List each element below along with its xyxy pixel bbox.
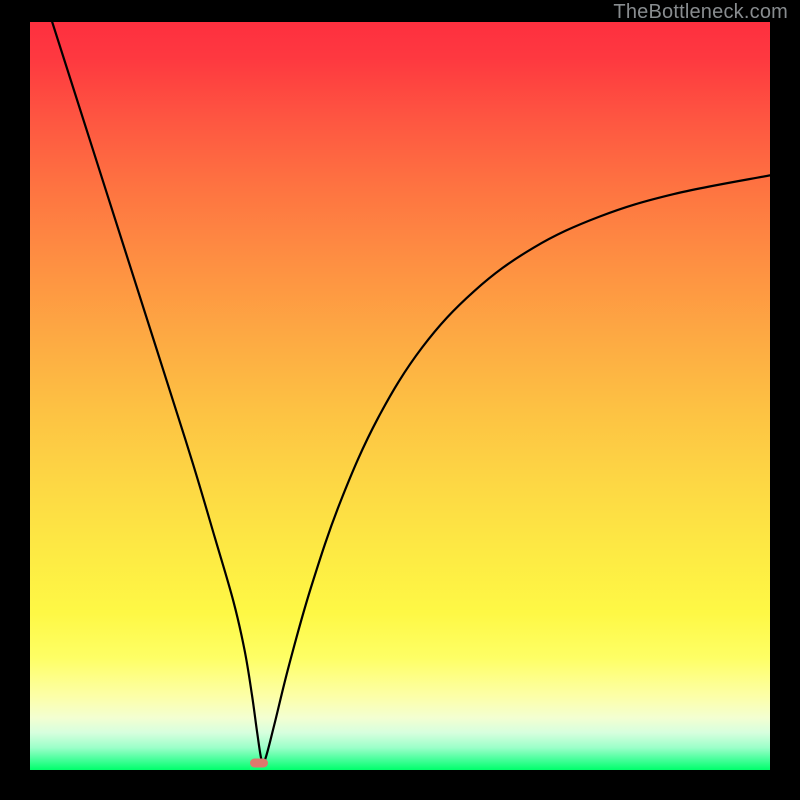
watermark-text: TheBottleneck.com <box>613 1 788 24</box>
chart-frame: TheBottleneck.com <box>0 0 800 800</box>
optimal-marker <box>250 759 268 768</box>
gradient-background <box>30 22 770 770</box>
plot-area <box>30 22 770 770</box>
